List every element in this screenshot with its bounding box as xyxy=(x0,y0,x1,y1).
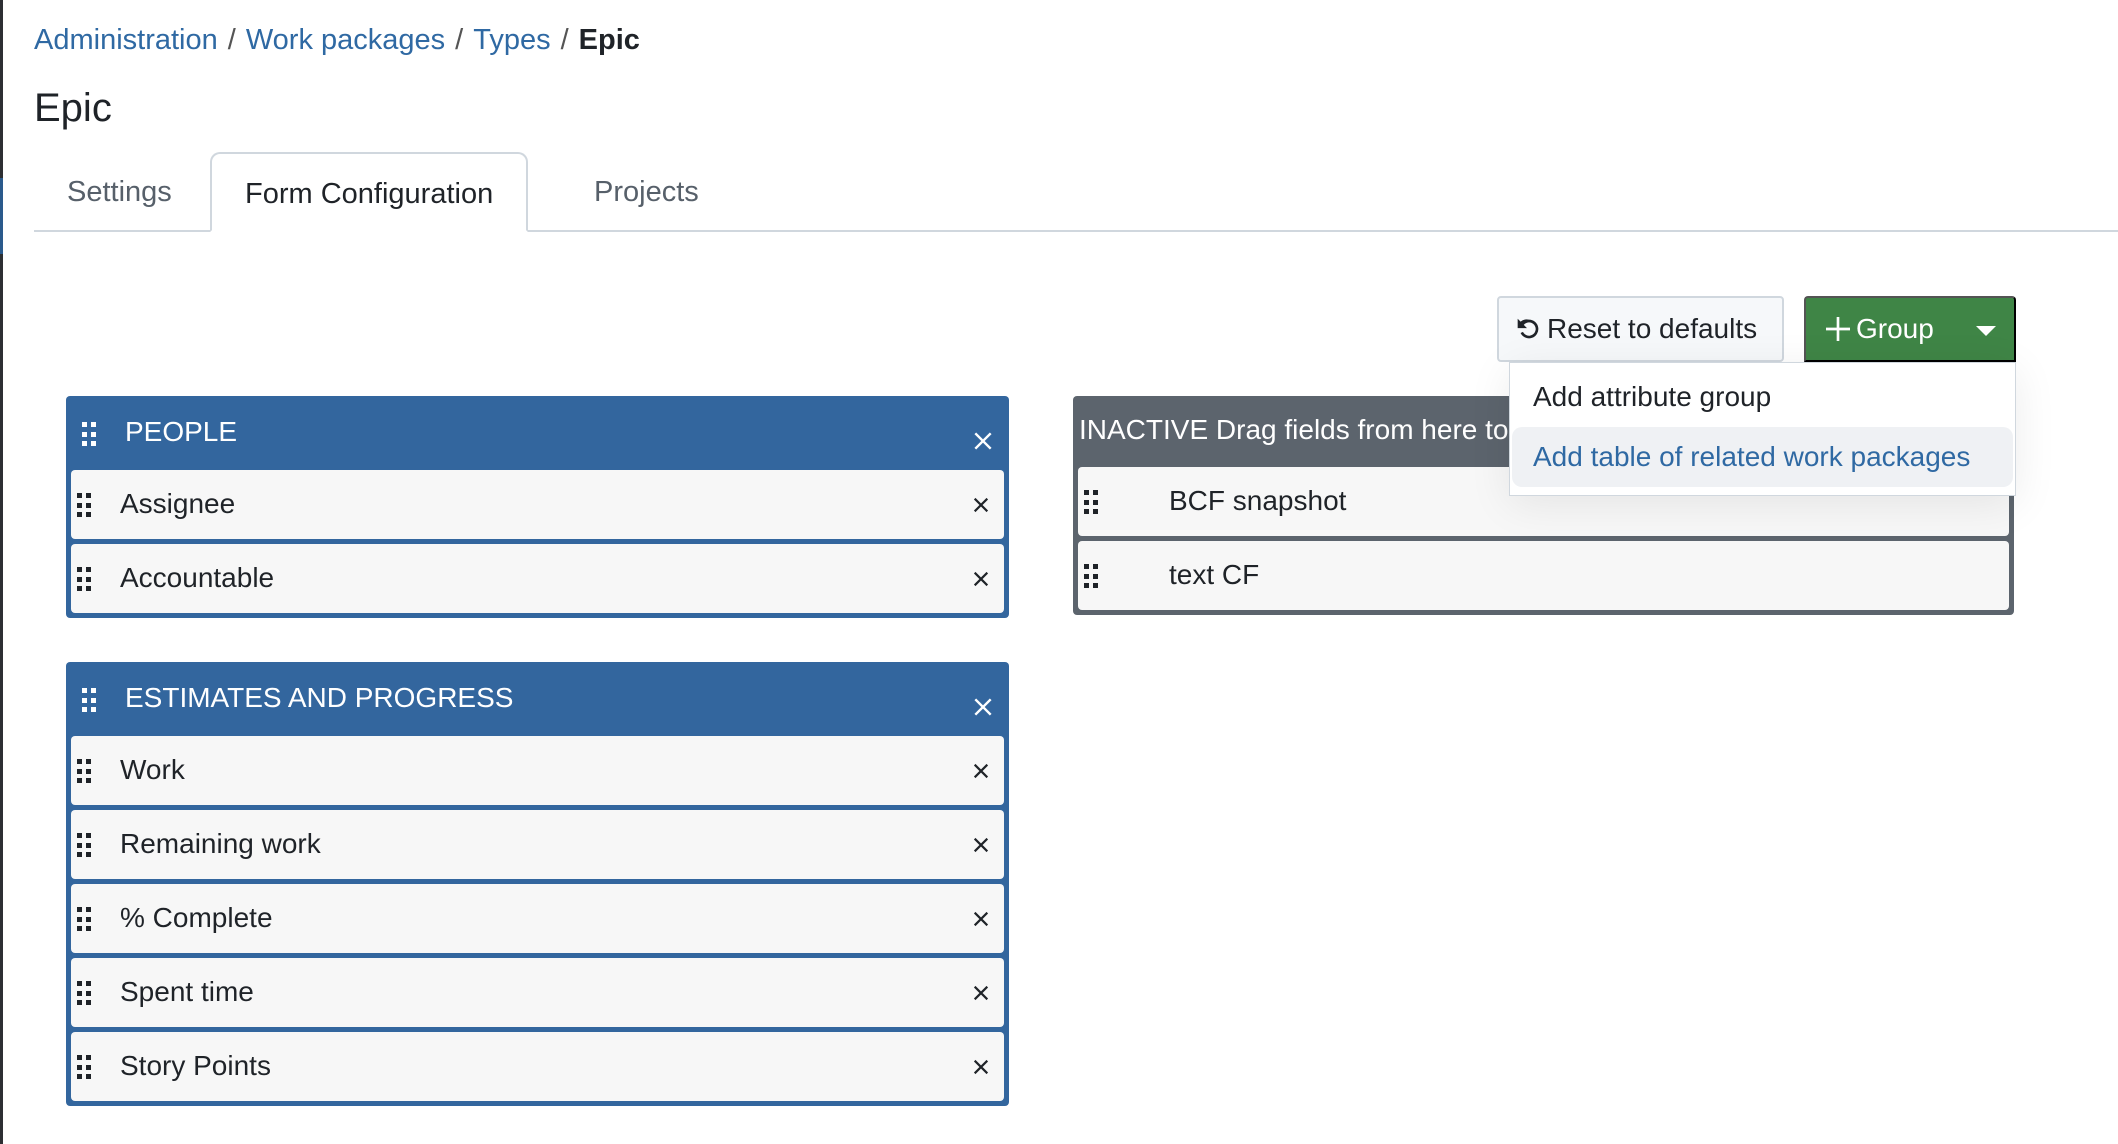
attribute-group-estimates-and-progress[interactable]: ESTIMATES AND PROGRESS Work Remaining wo… xyxy=(66,662,1009,1106)
group-header: PEOPLE xyxy=(71,396,1004,470)
tab-projects[interactable]: Projects xyxy=(561,152,732,232)
plus-icon xyxy=(1826,317,1850,341)
drag-handle-icon[interactable] xyxy=(77,493,91,517)
menu-item-add-related-table[interactable]: Add table of related work packages xyxy=(1512,427,2013,487)
tab-form-configuration[interactable]: Form Configuration xyxy=(210,152,529,232)
attribute-item[interactable]: Remaining work xyxy=(71,810,1004,879)
attribute-label: Accountable xyxy=(120,562,275,593)
remove-icon[interactable] xyxy=(972,1058,990,1076)
attribute-label: Assignee xyxy=(120,488,236,519)
breadcrumb-administration[interactable]: Administration xyxy=(34,24,218,56)
close-icon[interactable] xyxy=(972,696,994,718)
sidebar-edge-accent xyxy=(0,178,3,254)
remove-icon[interactable] xyxy=(972,762,990,780)
attribute-label: % Complete xyxy=(120,902,273,933)
drag-handle-icon[interactable] xyxy=(1084,490,1098,514)
group-title[interactable]: ESTIMATES AND PROGRESS xyxy=(125,682,513,714)
caret-down-icon[interactable] xyxy=(1976,326,1996,336)
tab-settings[interactable]: Settings xyxy=(34,152,205,232)
drag-handle-icon[interactable] xyxy=(77,907,91,931)
window-left-edge xyxy=(0,0,3,1144)
attribute-item[interactable]: Spent time xyxy=(71,958,1004,1027)
tab-bar: Settings Form Configuration Projects xyxy=(34,152,2118,232)
remove-icon[interactable] xyxy=(972,496,990,514)
breadcrumb-work-packages[interactable]: Work packages xyxy=(246,24,445,56)
attribute-label: Spent time xyxy=(120,976,254,1007)
drag-handle-icon[interactable] xyxy=(77,981,91,1005)
drag-handle-icon[interactable] xyxy=(82,422,96,446)
attribute-label: text CF xyxy=(1169,559,1260,590)
breadcrumb: Administration / Work packages / Types / Epic xyxy=(34,22,640,58)
drag-handle-icon[interactable] xyxy=(77,759,91,783)
remove-icon[interactable] xyxy=(972,984,990,1002)
breadcrumb-current: Epic xyxy=(578,24,640,56)
attribute-label: Work xyxy=(120,754,185,785)
drag-handle-icon[interactable] xyxy=(77,833,91,857)
attribute-label: Story Points xyxy=(120,1050,271,1081)
attribute-item[interactable]: Story Points xyxy=(71,1032,1004,1101)
drag-handle-icon[interactable] xyxy=(1084,564,1098,588)
breadcrumb-types[interactable]: Types xyxy=(473,24,550,56)
attribute-item[interactable]: text CF xyxy=(1078,541,2009,610)
reset-to-defaults-button[interactable]: Reset to defaults xyxy=(1497,296,1784,362)
attribute-group-people[interactable]: PEOPLE Assignee Accountable xyxy=(66,396,1009,618)
remove-icon[interactable] xyxy=(972,570,990,588)
attribute-item[interactable]: Work xyxy=(71,736,1004,805)
menu-item-add-attribute-group[interactable]: Add attribute group xyxy=(1512,367,2013,427)
attribute-label: Remaining work xyxy=(120,828,321,859)
group-title[interactable]: PEOPLE xyxy=(125,416,237,448)
group-header: ESTIMATES AND PROGRESS xyxy=(71,662,1004,736)
attribute-item[interactable]: % Complete xyxy=(71,884,1004,953)
add-group-button[interactable]: Group xyxy=(1804,296,2016,362)
close-icon[interactable] xyxy=(972,430,994,452)
breadcrumb-separator: / xyxy=(227,24,236,56)
page-title: Epic xyxy=(34,86,112,130)
reset-label: Reset to defaults xyxy=(1547,313,1758,344)
group-title: INACTIVE Drag fields from here to xyxy=(1079,414,1509,445)
group-label: Group xyxy=(1856,313,1934,344)
breadcrumb-separator: / xyxy=(455,24,464,56)
add-group-dropdown-menu: Add attribute group Add table of related… xyxy=(1509,362,2016,496)
remove-icon[interactable] xyxy=(972,910,990,928)
drag-handle-icon[interactable] xyxy=(77,1055,91,1079)
attribute-item[interactable]: Assignee xyxy=(71,470,1004,539)
breadcrumb-separator: / xyxy=(560,24,569,56)
drag-handle-icon[interactable] xyxy=(82,688,96,712)
drag-handle-icon[interactable] xyxy=(77,567,91,591)
attribute-item[interactable]: Accountable xyxy=(71,544,1004,613)
attribute-label: BCF snapshot xyxy=(1169,485,1347,516)
undo-icon xyxy=(1517,318,1539,339)
remove-icon[interactable] xyxy=(972,836,990,854)
